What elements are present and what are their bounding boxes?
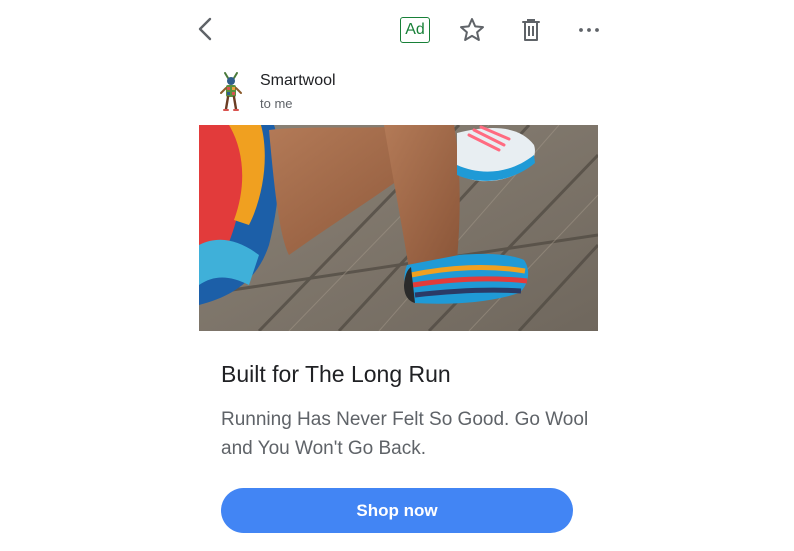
smartwool-logo: [220, 72, 242, 111]
email-ad-view: Ad Smartwool to me Built for The Long Ru…: [0, 0, 794, 551]
hero-image[interactable]: [199, 125, 598, 331]
back-button[interactable]: [192, 14, 220, 44]
more-options-button[interactable]: [574, 16, 604, 44]
more-horizontal-icon: [579, 28, 599, 32]
ad-badge: Ad: [400, 17, 430, 43]
sender-name: Smartwool: [260, 72, 336, 89]
ad-headline: Built for The Long Run: [221, 361, 451, 387]
sender-avatar: [216, 70, 246, 114]
delete-button[interactable]: [516, 16, 546, 44]
star-outline-icon: [460, 18, 484, 41]
running-socks-photo: [199, 125, 598, 331]
chevron-left-icon: [198, 17, 212, 41]
trash-icon: [522, 19, 540, 41]
ad-description: Running Has Never Felt So Good. Go Wool …: [221, 409, 589, 459]
shop-now-button[interactable]: Shop now: [221, 488, 573, 533]
recipient-label: to me: [260, 96, 293, 111]
star-button[interactable]: [457, 16, 487, 44]
